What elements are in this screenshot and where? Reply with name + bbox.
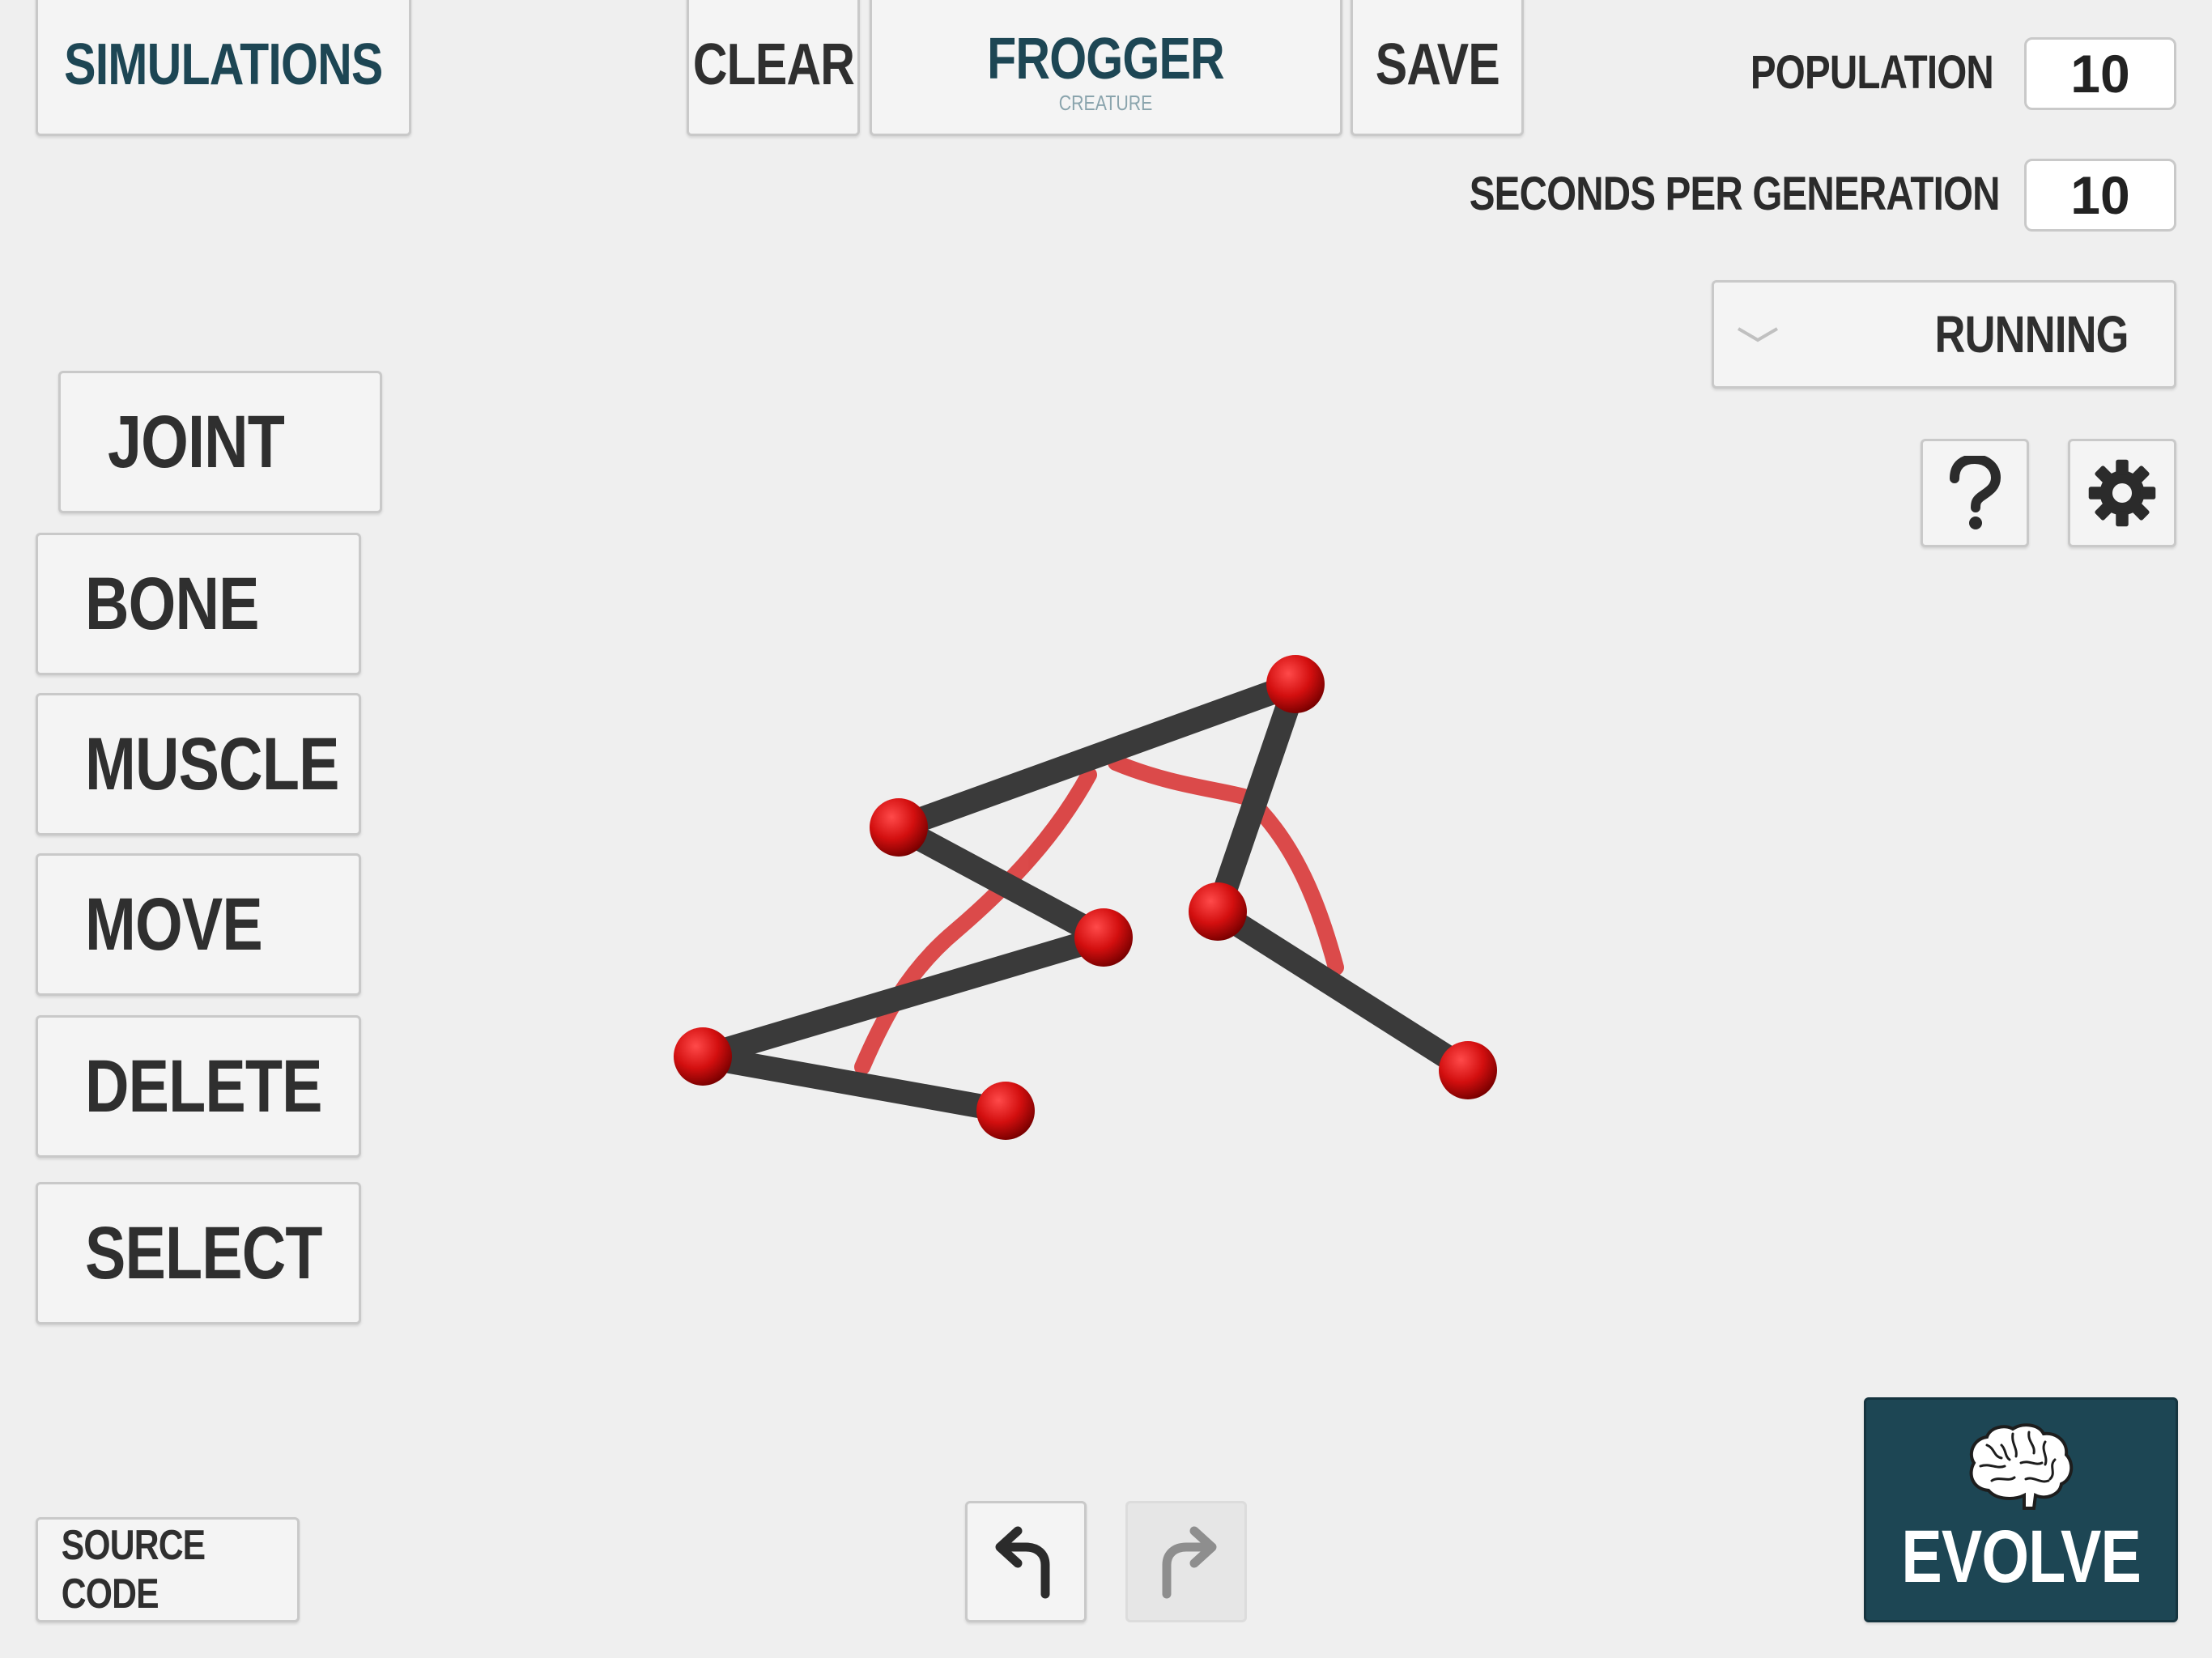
source-code-button[interactable]: SOURCE CODE	[36, 1517, 300, 1622]
redo-button[interactable]	[1125, 1501, 1247, 1622]
evolve-button[interactable]: EVOLVE	[1864, 1397, 2178, 1622]
bone[interactable]	[887, 815, 1116, 950]
evolve-label: EVOLVE	[1901, 1515, 2141, 1598]
joint[interactable]	[1074, 908, 1133, 967]
bone[interactable]	[691, 925, 1116, 1069]
joint[interactable]	[976, 1082, 1035, 1140]
undo-arrow-icon	[995, 1526, 1050, 1599]
brain-icon	[1969, 1422, 2074, 1510]
joint[interactable]	[1439, 1041, 1497, 1099]
joint[interactable]	[674, 1027, 732, 1086]
joint[interactable]	[1266, 655, 1325, 713]
bone[interactable]	[691, 1044, 1018, 1123]
bone[interactable]	[1206, 899, 1480, 1082]
bone[interactable]	[887, 672, 1308, 840]
redo-arrow-icon	[1162, 1526, 1217, 1599]
joint[interactable]	[870, 798, 928, 857]
joint[interactable]	[1189, 882, 1247, 941]
undo-button[interactable]	[965, 1501, 1087, 1622]
source-code-label: SOURCE CODE	[61, 1522, 206, 1618]
